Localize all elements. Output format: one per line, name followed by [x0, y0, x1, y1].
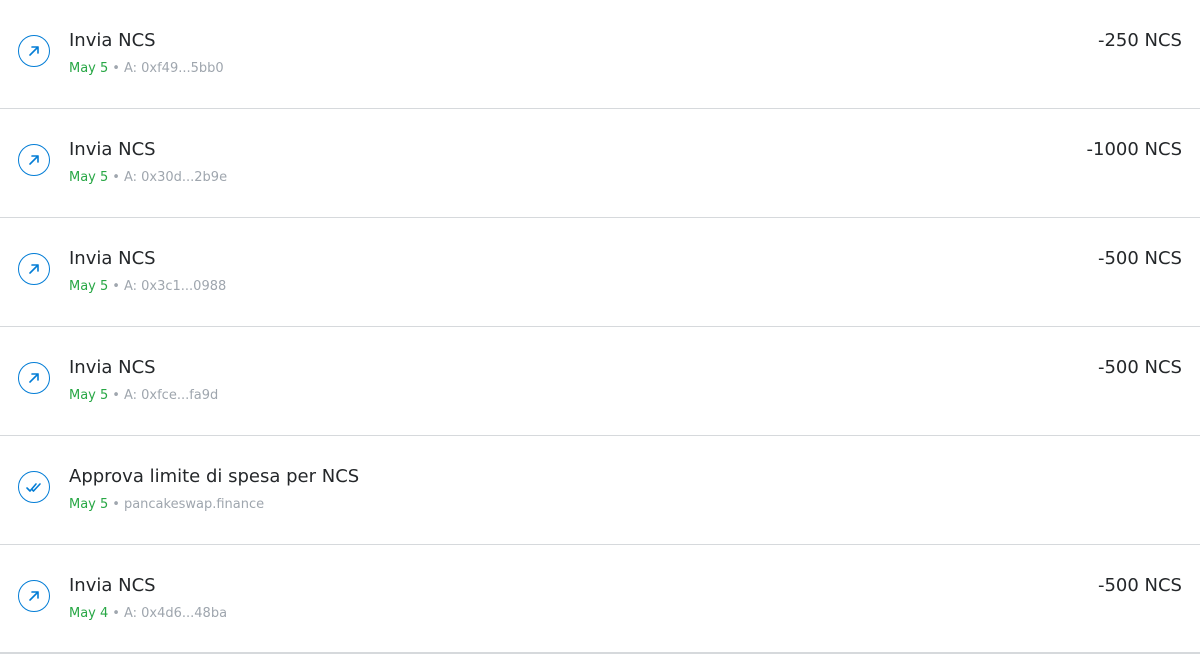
- transaction-title: Invia NCS: [69, 139, 156, 160]
- transaction-subtitle: May 4 • A: 0x4d6...48ba: [69, 605, 227, 623]
- transaction-date: May 5: [69, 279, 109, 294]
- separator-dot: •: [112, 388, 120, 403]
- transaction-recipient: A: 0x4d6...48ba: [123, 606, 228, 621]
- transaction-date: May 5: [69, 170, 109, 185]
- transaction-subtitle: May 5 • A: 0x3c1...0988: [69, 278, 226, 296]
- transaction-amount: -250 NCS: [1097, 30, 1182, 51]
- arrow-up-right-icon: [18, 144, 50, 176]
- transaction-origin: pancakeswap.finance: [123, 497, 265, 512]
- transaction-recipient: A: 0xf49...5bb0: [123, 61, 224, 76]
- transaction-date: May 5: [69, 388, 109, 403]
- transaction-row[interactable]: Invia NCS May 5 • A: 0xfce...fa9d -500 NCS: [0, 327, 1200, 436]
- transaction-subtitle: May 5 • A: 0x30d...2b9e: [69, 169, 227, 187]
- transaction-date: May 4: [69, 606, 109, 621]
- transaction-amount: -500 NCS: [1097, 248, 1182, 269]
- separator-dot: •: [112, 61, 120, 76]
- transaction-row[interactable]: Invia NCS May 5 • A: 0xf49...5bb0 -250 NCS: [0, 0, 1200, 109]
- transaction-title: Invia NCS: [69, 357, 156, 378]
- separator-dot: •: [112, 279, 120, 294]
- arrow-up-right-icon: [18, 362, 50, 394]
- transaction-recipient: A: 0x30d...2b9e: [123, 170, 228, 185]
- transaction-date: May 5: [69, 497, 109, 512]
- transaction-subtitle: May 5 • A: 0xf49...5bb0: [69, 60, 224, 78]
- arrow-up-right-icon: [18, 35, 50, 67]
- transaction-row[interactable]: Approva limite di spesa per NCS May 5 • pa…: [0, 436, 1200, 545]
- arrow-up-right-icon: [18, 580, 50, 612]
- transaction-subtitle: May 5 • A: 0xfce...fa9d: [69, 387, 218, 405]
- separator-dot: •: [112, 497, 120, 512]
- transaction-recipient: A: 0x3c1...0988: [123, 279, 227, 294]
- transaction-row[interactable]: Invia NCS May 5 • A: 0x3c1...0988 -500 NCS: [0, 218, 1200, 327]
- transaction-amount: -1000 NCS: [1086, 139, 1182, 160]
- transaction-row[interactable]: Invia NCS May 4 • A: 0x4d6...48ba -500 NCS: [0, 545, 1200, 654]
- transaction-subtitle: May 5 • pancakeswap.finance: [69, 496, 264, 514]
- transaction-amount: -500 NCS: [1097, 357, 1182, 378]
- activity-list: Invia NCS May 5 • A: 0xf49...5bb0 -250 NCS…: [0, 0, 1200, 658]
- transaction-recipient: A: 0xfce...fa9d: [123, 388, 219, 403]
- transaction-amount: -500 NCS: [1097, 575, 1182, 596]
- transaction-title: Invia NCS: [69, 30, 156, 51]
- arrow-up-right-icon: [18, 253, 50, 285]
- transaction-date: May 5: [69, 61, 109, 76]
- separator-dot: •: [112, 606, 120, 621]
- transaction-row[interactable]: Invia NCS May 5 • A: 0x30d...2b9e -1000 NC…: [0, 109, 1200, 218]
- double-check-icon: [18, 471, 50, 503]
- separator-dot: •: [112, 170, 120, 185]
- transaction-title: Invia NCS: [69, 575, 156, 596]
- transaction-title: Invia NCS: [69, 248, 156, 269]
- transaction-title: Approva limite di spesa per NCS: [69, 466, 360, 487]
